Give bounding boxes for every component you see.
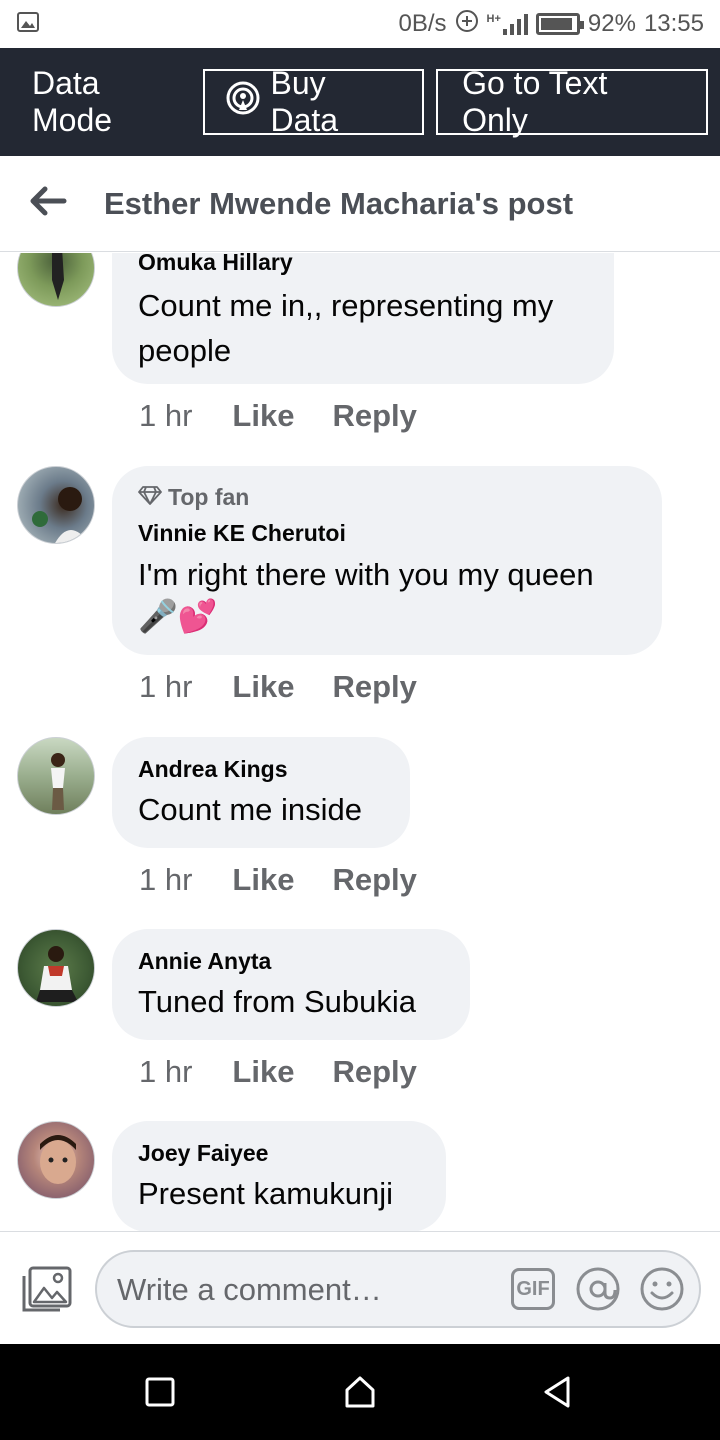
comment-author[interactable]: Annie Anyta (138, 948, 271, 975)
like-button[interactable]: Like (232, 1054, 294, 1090)
signal-icon: H+ (487, 13, 528, 35)
post-header: Esther Mwende Macharia's post (0, 156, 720, 252)
text-only-label: Go to Text Only (462, 65, 608, 138)
avatar[interactable] (17, 466, 95, 544)
comment-item: Top fan Vinnie KE Cherutoi I'm right the… (0, 466, 720, 706)
data-mode-label: Data Mode (32, 65, 113, 138)
reply-button[interactable]: Reply (332, 669, 416, 705)
data-saver-icon (455, 9, 479, 40)
comment-composer: Write a comment… GIF (0, 1231, 720, 1344)
square-icon (142, 1377, 178, 1414)
home-button[interactable] (342, 1374, 378, 1410)
comment-actions: 1 hr Like Reply (139, 1054, 417, 1090)
back-button[interactable] (0, 156, 96, 252)
comment-text: I'm right there with you my queen (138, 557, 594, 592)
back-nav-button[interactable] (540, 1374, 576, 1410)
comment-emoji: 🎤💕 (138, 598, 218, 634)
reply-button[interactable]: Reply (332, 398, 416, 434)
data-mode-bar: Data Mode Buy Data Go to Text Only (0, 48, 720, 156)
reply-button[interactable]: Reply (332, 862, 416, 898)
comment-bubble[interactable]: Andrea Kings Count me inside (112, 737, 410, 848)
comment-bubble[interactable]: Annie Anyta Tuned from Subukia (112, 929, 470, 1040)
comment-author[interactable]: Vinnie KE Cherutoi (138, 520, 346, 547)
avatar[interactable] (17, 253, 95, 307)
comment-author[interactable]: Andrea Kings (138, 756, 288, 783)
top-fan-label: Top fan (168, 484, 250, 510)
comment-item: Andrea Kings Count me inside 1 hr Like R… (0, 737, 720, 907)
comment-text: Count me in,, representing my (138, 288, 554, 323)
comment-actions: 1 hr Like Reply (139, 398, 417, 434)
avatar[interactable] (17, 737, 95, 815)
comment-actions: 1 hr Like Reply (139, 669, 417, 705)
avatar[interactable] (17, 929, 95, 1007)
battery-percent: 92% (587, 10, 636, 37)
comment-time[interactable]: 1 hr (139, 1054, 192, 1090)
like-button[interactable]: Like (232, 669, 294, 705)
comment-text: Count me inside (138, 792, 363, 827)
comment-time[interactable]: 1 hr (139, 669, 192, 705)
text-only-button[interactable]: Go to Text Only (436, 65, 708, 138)
comment-bubble[interactable]: Omuka Hillary Count me in,, representing… (112, 253, 614, 384)
network-speed: 0B/s (398, 10, 447, 37)
home-icon (342, 1376, 378, 1414)
comment-time[interactable]: 1 hr (139, 398, 192, 434)
reply-button[interactable]: Reply (332, 1054, 416, 1090)
comment-bubble[interactable]: Joey Faiyee Present kamukunji (112, 1121, 446, 1231)
comment-actions: 1 hr Like Reply (139, 862, 417, 898)
comment-time[interactable]: 1 hr (139, 862, 192, 898)
top-fan-badge: Top fan (138, 484, 249, 511)
diamond-icon (138, 484, 162, 511)
photo-icon (20, 1266, 74, 1318)
comment-bubble[interactable]: Top fan Vinnie KE Cherutoi I'm right the… (112, 466, 662, 655)
like-button[interactable]: Like (232, 862, 294, 898)
clock: 13:55 (643, 10, 704, 37)
status-bar: 0B/s H+ 92% 13:55 (0, 0, 720, 48)
back-arrow-icon (29, 186, 67, 221)
network-type: H+ (486, 13, 501, 25)
buy-data-label: Buy Data (270, 65, 339, 138)
comment-text: people (138, 333, 232, 368)
comment-text: Present kamukunji (138, 1176, 394, 1211)
broadcast-icon (225, 80, 271, 124)
comment-placeholder: Write a comment… (117, 1272, 382, 1307)
avatar[interactable] (17, 1121, 95, 1199)
buy-data-button[interactable]: Buy Data (202, 65, 425, 138)
like-button[interactable]: Like (232, 398, 294, 434)
comment-item: Annie Anyta Tuned from Subukia 1 hr Like… (0, 929, 720, 1099)
photo-button[interactable] (20, 1264, 74, 1314)
smiley-icon (639, 1267, 685, 1316)
recents-button[interactable] (142, 1374, 178, 1410)
gif-button[interactable]: GIF (511, 1268, 555, 1310)
comment-author[interactable]: Omuka Hillary (138, 253, 293, 276)
comment-list: Omuka Hillary Count me in,, representing… (0, 253, 720, 1231)
page-title: Esther Mwende Macharia's post (104, 185, 574, 221)
battery-icon (535, 13, 584, 35)
comment-text: Tuned from Subukia (138, 984, 417, 1019)
comment-item: Omuka Hillary Count me in,, representing… (0, 253, 720, 443)
comment-input[interactable]: Write a comment… GIF (95, 1250, 701, 1328)
at-icon (575, 1267, 621, 1316)
system-nav-bar (0, 1344, 720, 1440)
image-notification-icon (16, 10, 40, 39)
comment-author[interactable]: Joey Faiyee (138, 1140, 268, 1167)
comment-item: Joey Faiyee Present kamukunji (0, 1121, 720, 1231)
emoji-button[interactable] (639, 1266, 685, 1312)
triangle-back-icon (540, 1376, 576, 1414)
mention-button[interactable] (575, 1266, 621, 1312)
